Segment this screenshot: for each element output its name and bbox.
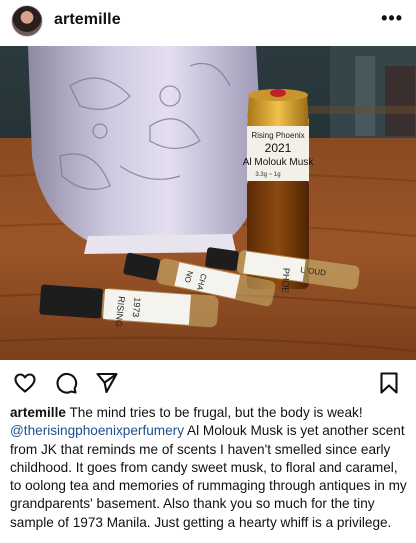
post-header: artemille ••• xyxy=(0,0,416,46)
action-bar xyxy=(0,360,416,404)
bottle-label-brand: Rising Phoenix xyxy=(251,131,304,140)
caption-lead: The mind tries to be frugal, but the bod… xyxy=(65,405,363,420)
avatar[interactable] xyxy=(11,5,43,37)
photo-scene: Rising Phoenix 2021 Al Molouk Musk 3.3g … xyxy=(0,46,416,360)
comment-icon[interactable] xyxy=(54,371,78,395)
bottle-label-year: 2021 xyxy=(265,141,292,155)
caption-author[interactable]: artemille xyxy=(10,405,66,420)
heart-icon[interactable] xyxy=(13,371,37,395)
bottle-label-name: Al Molouk Musk xyxy=(243,157,315,168)
post-caption: artemille The mind tries to be frugal, b… xyxy=(10,404,410,532)
caption-body: Al Molouk Musk is yet another scent from… xyxy=(10,423,407,530)
vial1-label: PHOE xyxy=(280,268,291,294)
vial3-label-b: 1973 xyxy=(131,297,143,318)
post-photo[interactable]: Rising Phoenix 2021 Al Molouk Musk 3.3g … xyxy=(0,46,416,360)
send-icon[interactable] xyxy=(95,371,119,395)
bottle-label-weight: 3.3g ~ 1g xyxy=(255,172,280,178)
username[interactable]: artemille xyxy=(54,11,121,29)
caption-mention[interactable]: @therisingphoenixperfumery xyxy=(10,423,184,438)
more-options-icon[interactable]: ••• xyxy=(381,9,403,27)
bookmark-icon[interactable] xyxy=(377,371,401,395)
